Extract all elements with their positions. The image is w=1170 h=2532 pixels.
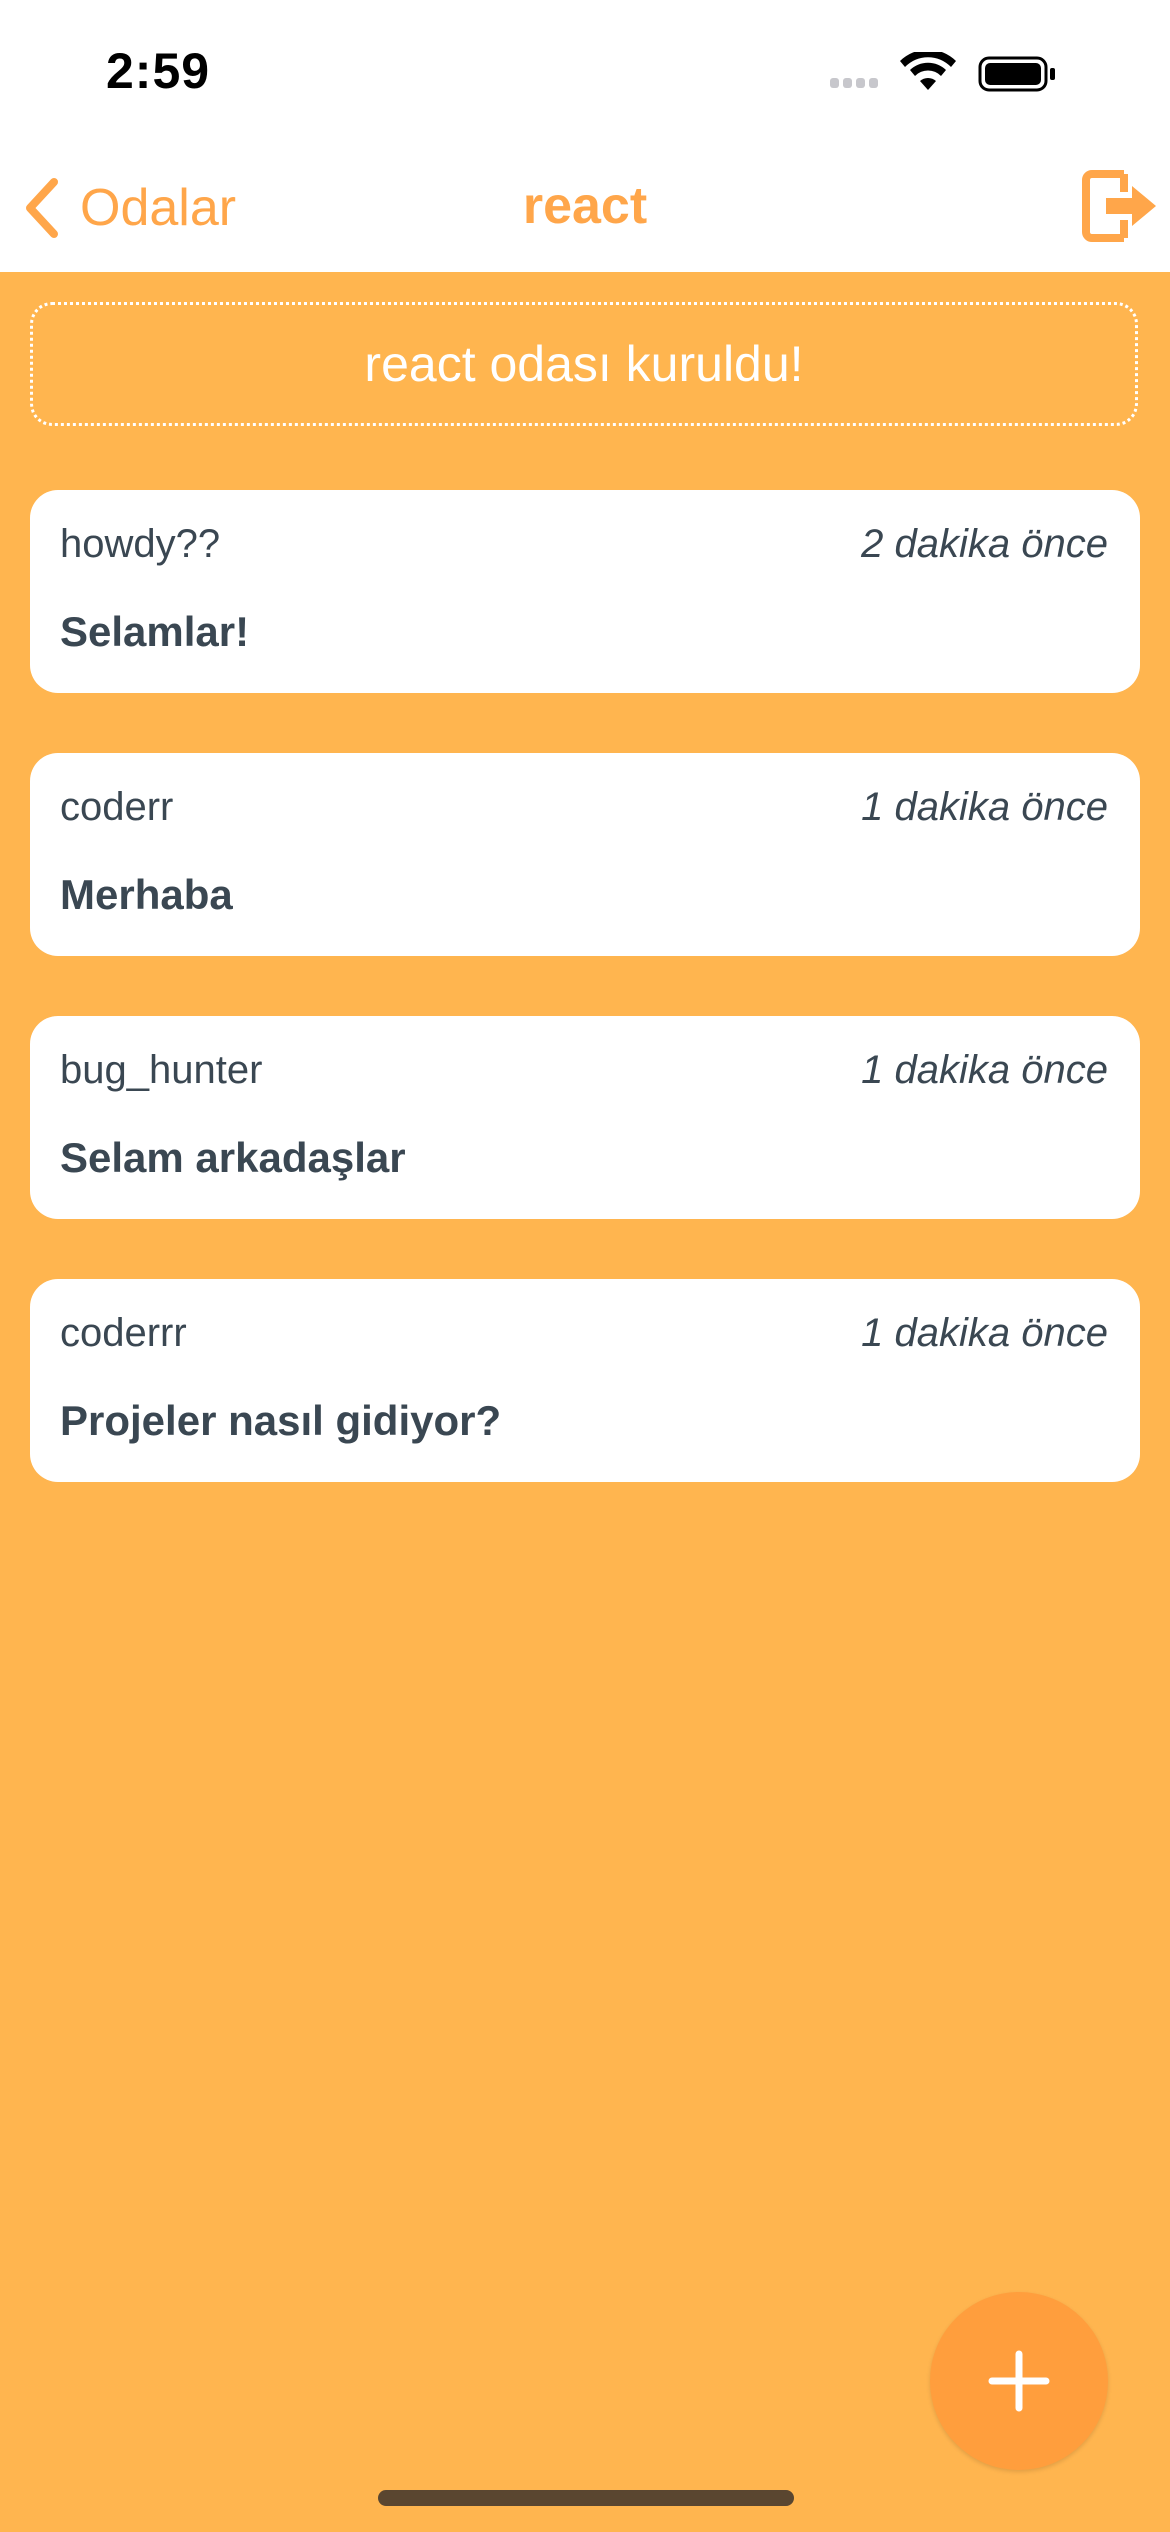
plus-icon [988,2350,1050,2412]
room-created-banner: react odası kuruldu! [30,302,1138,426]
message-author: coderrr [60,1311,187,1355]
message-card[interactable]: howdy?? 2 dakika önce Selamlar! [30,490,1140,693]
status-time: 2:59 [106,43,211,99]
message-time: 1 dakika önce [861,785,1108,829]
page-title: react [522,177,648,235]
status-icons [830,52,1055,92]
message-text: Merhaba [60,871,233,918]
battery-icon [978,56,1055,92]
message-text: Projeler nasıl gidiyor? [60,1397,502,1444]
banner-text: react odası kuruldu! [364,336,804,392]
message-time: 1 dakika önce [861,1048,1108,1092]
message-time: 2 dakika önce [861,522,1108,566]
message-list: howdy?? 2 dakika önce Selamlar! coderr 1… [30,490,1140,1542]
message-author: coderr [60,785,174,829]
message-card[interactable]: coderr 1 dakika önce Merhaba [30,753,1140,956]
message-card[interactable]: bug_hunter 1 dakika önce Selam arkadaşla… [30,1016,1140,1219]
message-card[interactable]: coderrr 1 dakika önce Projeler nasıl gid… [30,1279,1140,1482]
add-message-button[interactable] [930,2292,1108,2470]
message-author: bug_hunter [60,1048,263,1092]
message-text: Selam arkadaşlar [60,1134,406,1181]
logout-icon[interactable] [1078,164,1162,248]
message-time: 1 dakika önce [861,1311,1108,1355]
message-text: Selamlar! [60,608,250,655]
home-indicator [378,2490,794,2506]
signal-icon [830,78,878,88]
message-author: howdy?? [60,522,221,566]
top-bar: 2:59 Odalar react [0,0,1170,272]
wifi-icon [900,52,956,90]
